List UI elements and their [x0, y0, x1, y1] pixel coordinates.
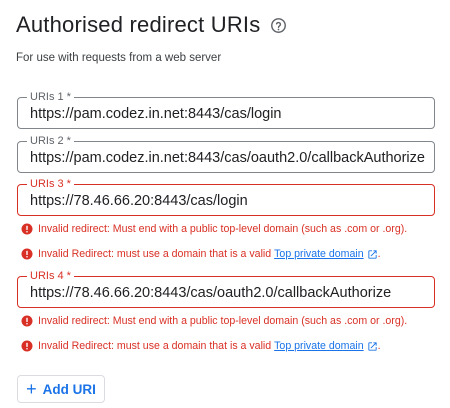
uri-3-field[interactable]: URIs 3 * https://78.46.66.20:8443/cas/lo…	[17, 177, 435, 216]
open-in-new-icon[interactable]	[367, 341, 378, 352]
uri-3-error-tld-text: Invalid redirect: Must end with a public…	[38, 223, 408, 235]
uri-3-error-domain-text: Invalid Redirect: must use a domain that…	[38, 248, 275, 260]
open-in-new-icon[interactable]	[367, 249, 378, 260]
uri-3-error-domain: Invalid Redirect: must use a domain that…	[21, 248, 381, 260]
uri-3-value[interactable]: https://78.46.66.20:8443/cas/login	[30, 193, 248, 209]
uri-4-error-domain-suffix: .	[377, 340, 381, 352]
help-icon[interactable]	[270, 17, 287, 34]
error-circle-icon	[21, 340, 33, 352]
uri-2-field[interactable]: URIs 2 * https://pam.codez.in.net:8443/c…	[17, 134, 435, 173]
uri-4-field[interactable]: URIs 4 * https://78.46.66.20:8443/cas/oa…	[17, 269, 435, 308]
uri-3-label: URIs 3 *	[27, 177, 74, 191]
uri-1-label: URIs 1 *	[27, 90, 74, 104]
add-uri-label: Add URI	[42, 381, 96, 397]
uri-4-error-domain: Invalid Redirect: must use a domain that…	[21, 340, 381, 352]
uri-3-error-tld: Invalid redirect: Must end with a public…	[21, 223, 407, 235]
add-uri-button[interactable]: + Add URI	[17, 375, 105, 403]
top-private-domain-link[interactable]: Top private domain	[274, 340, 364, 352]
uri-4-label: URIs 4 *	[27, 269, 74, 283]
section-header: Authorised redirect URIs	[16, 12, 287, 38]
top-private-domain-link[interactable]: Top private domain	[274, 248, 364, 260]
error-circle-icon	[21, 223, 33, 235]
section-title: Authorised redirect URIs	[16, 12, 261, 37]
uri-4-error-domain-text: Invalid Redirect: must use a domain that…	[38, 340, 275, 352]
uri-1-value[interactable]: https://pam.codez.in.net:8443/cas/login	[30, 106, 282, 122]
plus-icon: +	[26, 379, 37, 399]
authorised-redirect-uris-section: Authorised redirect URIs For use with re…	[0, 0, 450, 408]
uri-3-error-domain-suffix: .	[377, 248, 381, 260]
uri-2-label: URIs 2 *	[27, 134, 74, 148]
uri-1-field[interactable]: URIs 1 * https://pam.codez.in.net:8443/c…	[17, 90, 435, 129]
uri-4-error-tld: Invalid redirect: Must end with a public…	[21, 315, 407, 327]
error-circle-icon	[21, 248, 33, 260]
uri-4-error-tld-text: Invalid redirect: Must end with a public…	[38, 315, 408, 327]
uri-4-value[interactable]: https://78.46.66.20:8443/cas/oauth2.0/ca…	[30, 285, 391, 301]
section-subtitle: For use with requests from a web server	[16, 52, 222, 64]
uri-2-value[interactable]: https://pam.codez.in.net:8443/cas/oauth2…	[30, 150, 425, 166]
error-circle-icon	[21, 315, 33, 327]
